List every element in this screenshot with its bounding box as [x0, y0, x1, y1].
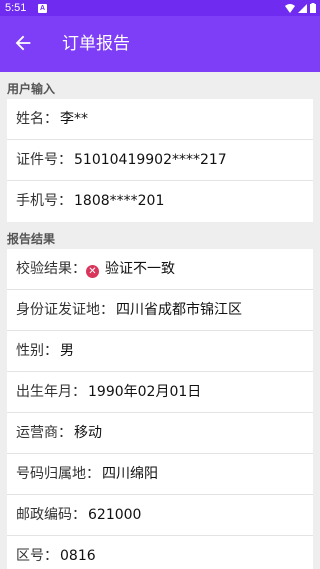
- row-label: 运营商：: [16, 425, 72, 441]
- list-item-verify-result: 校验结果： ✕ 验证不一致: [7, 249, 313, 290]
- wifi-icon: [285, 3, 295, 13]
- fail-icon: ✕: [86, 265, 99, 278]
- row-label: 证件号：: [16, 152, 72, 168]
- list-item-birth-date: 出生年月： 1990年02月01日: [7, 372, 313, 413]
- row-value: 四川绵阳: [102, 466, 158, 482]
- list-item-area-code: 区号： 0816: [7, 536, 313, 569]
- list-item-postal-code: 邮政编码： 621000: [7, 495, 313, 536]
- row-value: 男: [60, 343, 74, 359]
- app-bar: 订单报告: [0, 16, 320, 72]
- page-title: 订单报告: [62, 34, 130, 54]
- row-label: 姓名：: [16, 111, 58, 127]
- system-icons: [285, 3, 316, 13]
- list-item-carrier: 运营商： 移动: [7, 413, 313, 454]
- row-label: 区号：: [16, 548, 58, 564]
- row-value: 移动: [74, 425, 102, 441]
- list-item-number-location: 号码归属地： 四川绵阳: [7, 454, 313, 495]
- row-label: 身份证发证地：: [16, 302, 114, 318]
- list-item-phone: 手机号： 1808****201: [7, 181, 313, 222]
- status-bar: 5:51 A: [0, 0, 320, 16]
- row-value: 1990年02月01日: [88, 384, 202, 400]
- row-label: 邮政编码：: [16, 507, 86, 523]
- row-value: 51010419902****217: [74, 152, 227, 168]
- list-item-id-number: 证件号： 51010419902****217: [7, 140, 313, 181]
- row-label: 出生年月：: [16, 384, 86, 400]
- list-item-gender: 性别：男: [7, 331, 313, 372]
- report-result-list: 校验结果： ✕ 验证不一致 身份证发证地： 四川省成都市锦江区 性别：男 出生年月： 1…: [7, 249, 313, 569]
- row-value: 621000: [88, 507, 142, 523]
- user-input-list: 姓名： 李** 证件号： 51010419902****217 手机号： 1808**…: [7, 99, 313, 222]
- verify-status-value: 验证不一致: [105, 261, 175, 277]
- list-item-name: 姓名： 李**: [7, 99, 313, 140]
- signal-icon: [298, 3, 307, 13]
- list-item-id-issuing-place: 身份证发证地： 四川省成都市锦江区: [7, 290, 313, 331]
- status-time: 5:51: [5, 2, 27, 14]
- notification-icon: A: [38, 4, 47, 13]
- row-value: 李**: [60, 111, 88, 127]
- row-value: 1808****201: [74, 193, 165, 209]
- row-label: 手机号：: [16, 193, 72, 209]
- report-content[interactable]: 用户输入 姓名： 李** 证件号： 51010419902****217 手机号： 1…: [0, 72, 320, 569]
- row-label: 校验结果：: [16, 261, 86, 277]
- row-value: 四川省成都市锦江区: [116, 302, 242, 318]
- row-label: 性别：: [16, 343, 58, 359]
- row-value: 0816: [60, 548, 96, 564]
- battery-icon: [310, 3, 316, 13]
- section-header-user-input: 用户输入: [7, 82, 56, 96]
- row-label: 号码归属地：: [16, 466, 100, 482]
- back-arrow-icon[interactable]: [12, 32, 34, 54]
- section-header-report-result: 报告结果: [7, 232, 56, 246]
